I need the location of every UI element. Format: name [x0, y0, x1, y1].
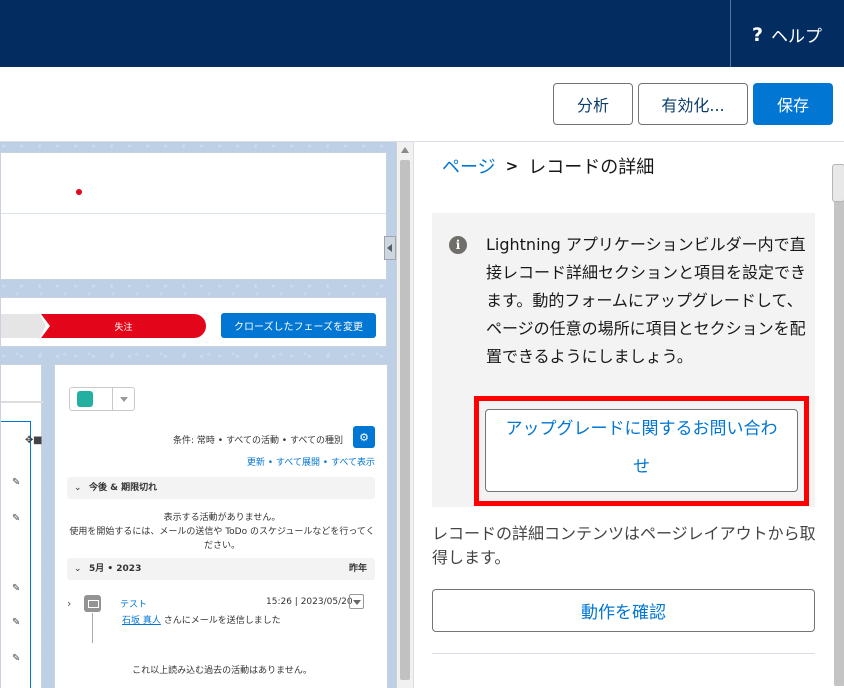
empty-message-line-1: 表示する活動がありません。 [163, 513, 281, 523]
help-icon: ? [752, 23, 764, 46]
panel-scrollbar-thumb[interactable] [834, 166, 844, 686]
timeline-item-menu[interactable] [349, 594, 364, 609]
chevron-right-icon[interactable]: › [67, 597, 71, 610]
breadcrumb-current: レコードの詳細 [528, 157, 655, 178]
menu-separator [112, 388, 113, 410]
timeline-item-date: 15:26 | 2023/05/20 [266, 597, 353, 607]
breadcrumb-page-link[interactable]: ページ [442, 153, 496, 179]
indicator-dot [76, 189, 82, 195]
info-callout: i Lightning アプリケーションビルダー内で直接レコード詳細セクションと… [432, 213, 815, 507]
chevron-down-icon [120, 397, 128, 402]
filter-gear-icon[interactable]: ⚙ [353, 426, 375, 448]
tab-underline [1, 401, 43, 403]
edit-pencil-icon[interactable]: ✎ [12, 583, 20, 594]
activate-button[interactable]: 有効化... [638, 83, 748, 125]
panel-scrollbar[interactable] [832, 164, 844, 688]
canvas-scrollbar[interactable] [396, 142, 413, 688]
check-behavior-button[interactable]: 動作を確認 [432, 589, 815, 632]
info-text: Lightning アプリケーションビルダー内で直接レコード詳細セクションと項目… [486, 235, 807, 366]
timeline-item: › テスト 15:26 | 2023/05/20 石坂 真人 さんにメールを送信… [67, 593, 377, 643]
edit-pencil-icon[interactable]: ✎ [12, 617, 20, 628]
chevron-down-icon: ⌄ [74, 483, 82, 493]
timeline-item-description: 石坂 真人 さんにメールを送信しました [122, 613, 281, 626]
analyze-button[interactable]: 分析 [553, 83, 633, 125]
path-stage-previous [1, 314, 46, 338]
record-header-component[interactable] [0, 152, 387, 280]
activity-empty-message: 表示する活動がありません。 使用を開始するには、メールの送信や ToDo のスケ… [67, 511, 377, 553]
timeline-item-user-link[interactable]: 石坂 真人 [122, 616, 161, 626]
email-icon [84, 595, 101, 612]
timeline-item-title[interactable]: テスト [120, 597, 147, 610]
change-closed-stage-button[interactable]: クローズしたフェーズを変更 [221, 313, 376, 338]
help-button[interactable]: ? ヘルプ [752, 22, 823, 48]
empty-message-line-2: 使用を開始するには、メールの送信や ToDo のスケジュールなどを行ってください… [69, 527, 375, 551]
info-icon: i [449, 236, 467, 254]
month-section-label: 5月 • 2023 [89, 564, 142, 574]
scroll-up-icon[interactable] [401, 147, 409, 153]
activity-links[interactable]: 更新 • すべて展開 • すべて表示 [185, 455, 375, 468]
selected-detail-frame [1, 421, 31, 688]
month-section-right-label: 昨年 [348, 564, 367, 574]
upgrade-inquiry-button[interactable]: アップグレードに関するお問い合わせ [485, 409, 798, 492]
activity-filter-text: 条件: 常時 • すべての活動 • すべての種別 [173, 436, 343, 446]
edit-pencil-icon[interactable]: ✎ [12, 653, 20, 664]
save-button[interactable]: 保存 [753, 83, 833, 125]
no-more-activities: これ以上読み込む過去の活動はありません。 [132, 666, 312, 676]
canvas-scrollbar-thumb[interactable] [400, 160, 410, 680]
builder-toolbar: 分析 有効化... 保存 [0, 67, 844, 142]
path-component[interactable]: 失注 クローズしたフェーズを変更 [0, 297, 387, 347]
top-nav-bar: ? ヘルプ [0, 0, 844, 67]
properties-panel: ページ > レコードの詳細 i Lightning アプリケーションビルダー内で… [413, 142, 844, 688]
month-section[interactable]: ⌄ 5月 • 2023 昨年 [67, 558, 375, 580]
record-detail-description: レコードの詳細コンテンツはページレイアウトから取得します。 [432, 524, 816, 567]
breadcrumb-separator: > [505, 157, 519, 175]
page-canvas: 失注 クローズしたフェーズを変更 ✥ ■ ✎ ✎ ✎ ✎ ✎ 条件: 常時 • … [0, 142, 413, 688]
panel-scrollbar-handle[interactable] [832, 164, 844, 202]
timeline-connector [92, 613, 93, 643]
collapse-panel-handle[interactable] [384, 236, 396, 260]
path-stage-current: 失注 [41, 314, 206, 338]
panel-divider [432, 653, 815, 654]
activity-component[interactable]: 条件: 常時 • すべての活動 • すべての種別 ⚙ 更新 • すべて展開 • … [54, 364, 388, 688]
call-icon [77, 391, 93, 407]
edit-pencil-icon[interactable]: ✎ [12, 513, 20, 524]
record-detail-component[interactable]: ✥ ■ ✎ ✎ ✎ ✎ ✎ [0, 364, 43, 688]
help-label: ヘルプ [771, 27, 823, 47]
upcoming-section-label: 今後 & 期限切れ [89, 483, 158, 493]
nav-divider [730, 0, 731, 67]
chevron-down-icon: ⌄ [74, 564, 82, 574]
activity-action-menu[interactable] [69, 387, 135, 411]
delete-icon[interactable]: ■ [33, 435, 42, 446]
timeline-item-action: さんにメールを送信しました [160, 616, 281, 626]
upcoming-section[interactable]: ⌄ 今後 & 期限切れ [67, 477, 375, 499]
header-divider [1, 213, 386, 214]
edit-pencil-icon[interactable]: ✎ [12, 477, 20, 488]
breadcrumb: ページ > レコードの詳細 [442, 153, 654, 179]
